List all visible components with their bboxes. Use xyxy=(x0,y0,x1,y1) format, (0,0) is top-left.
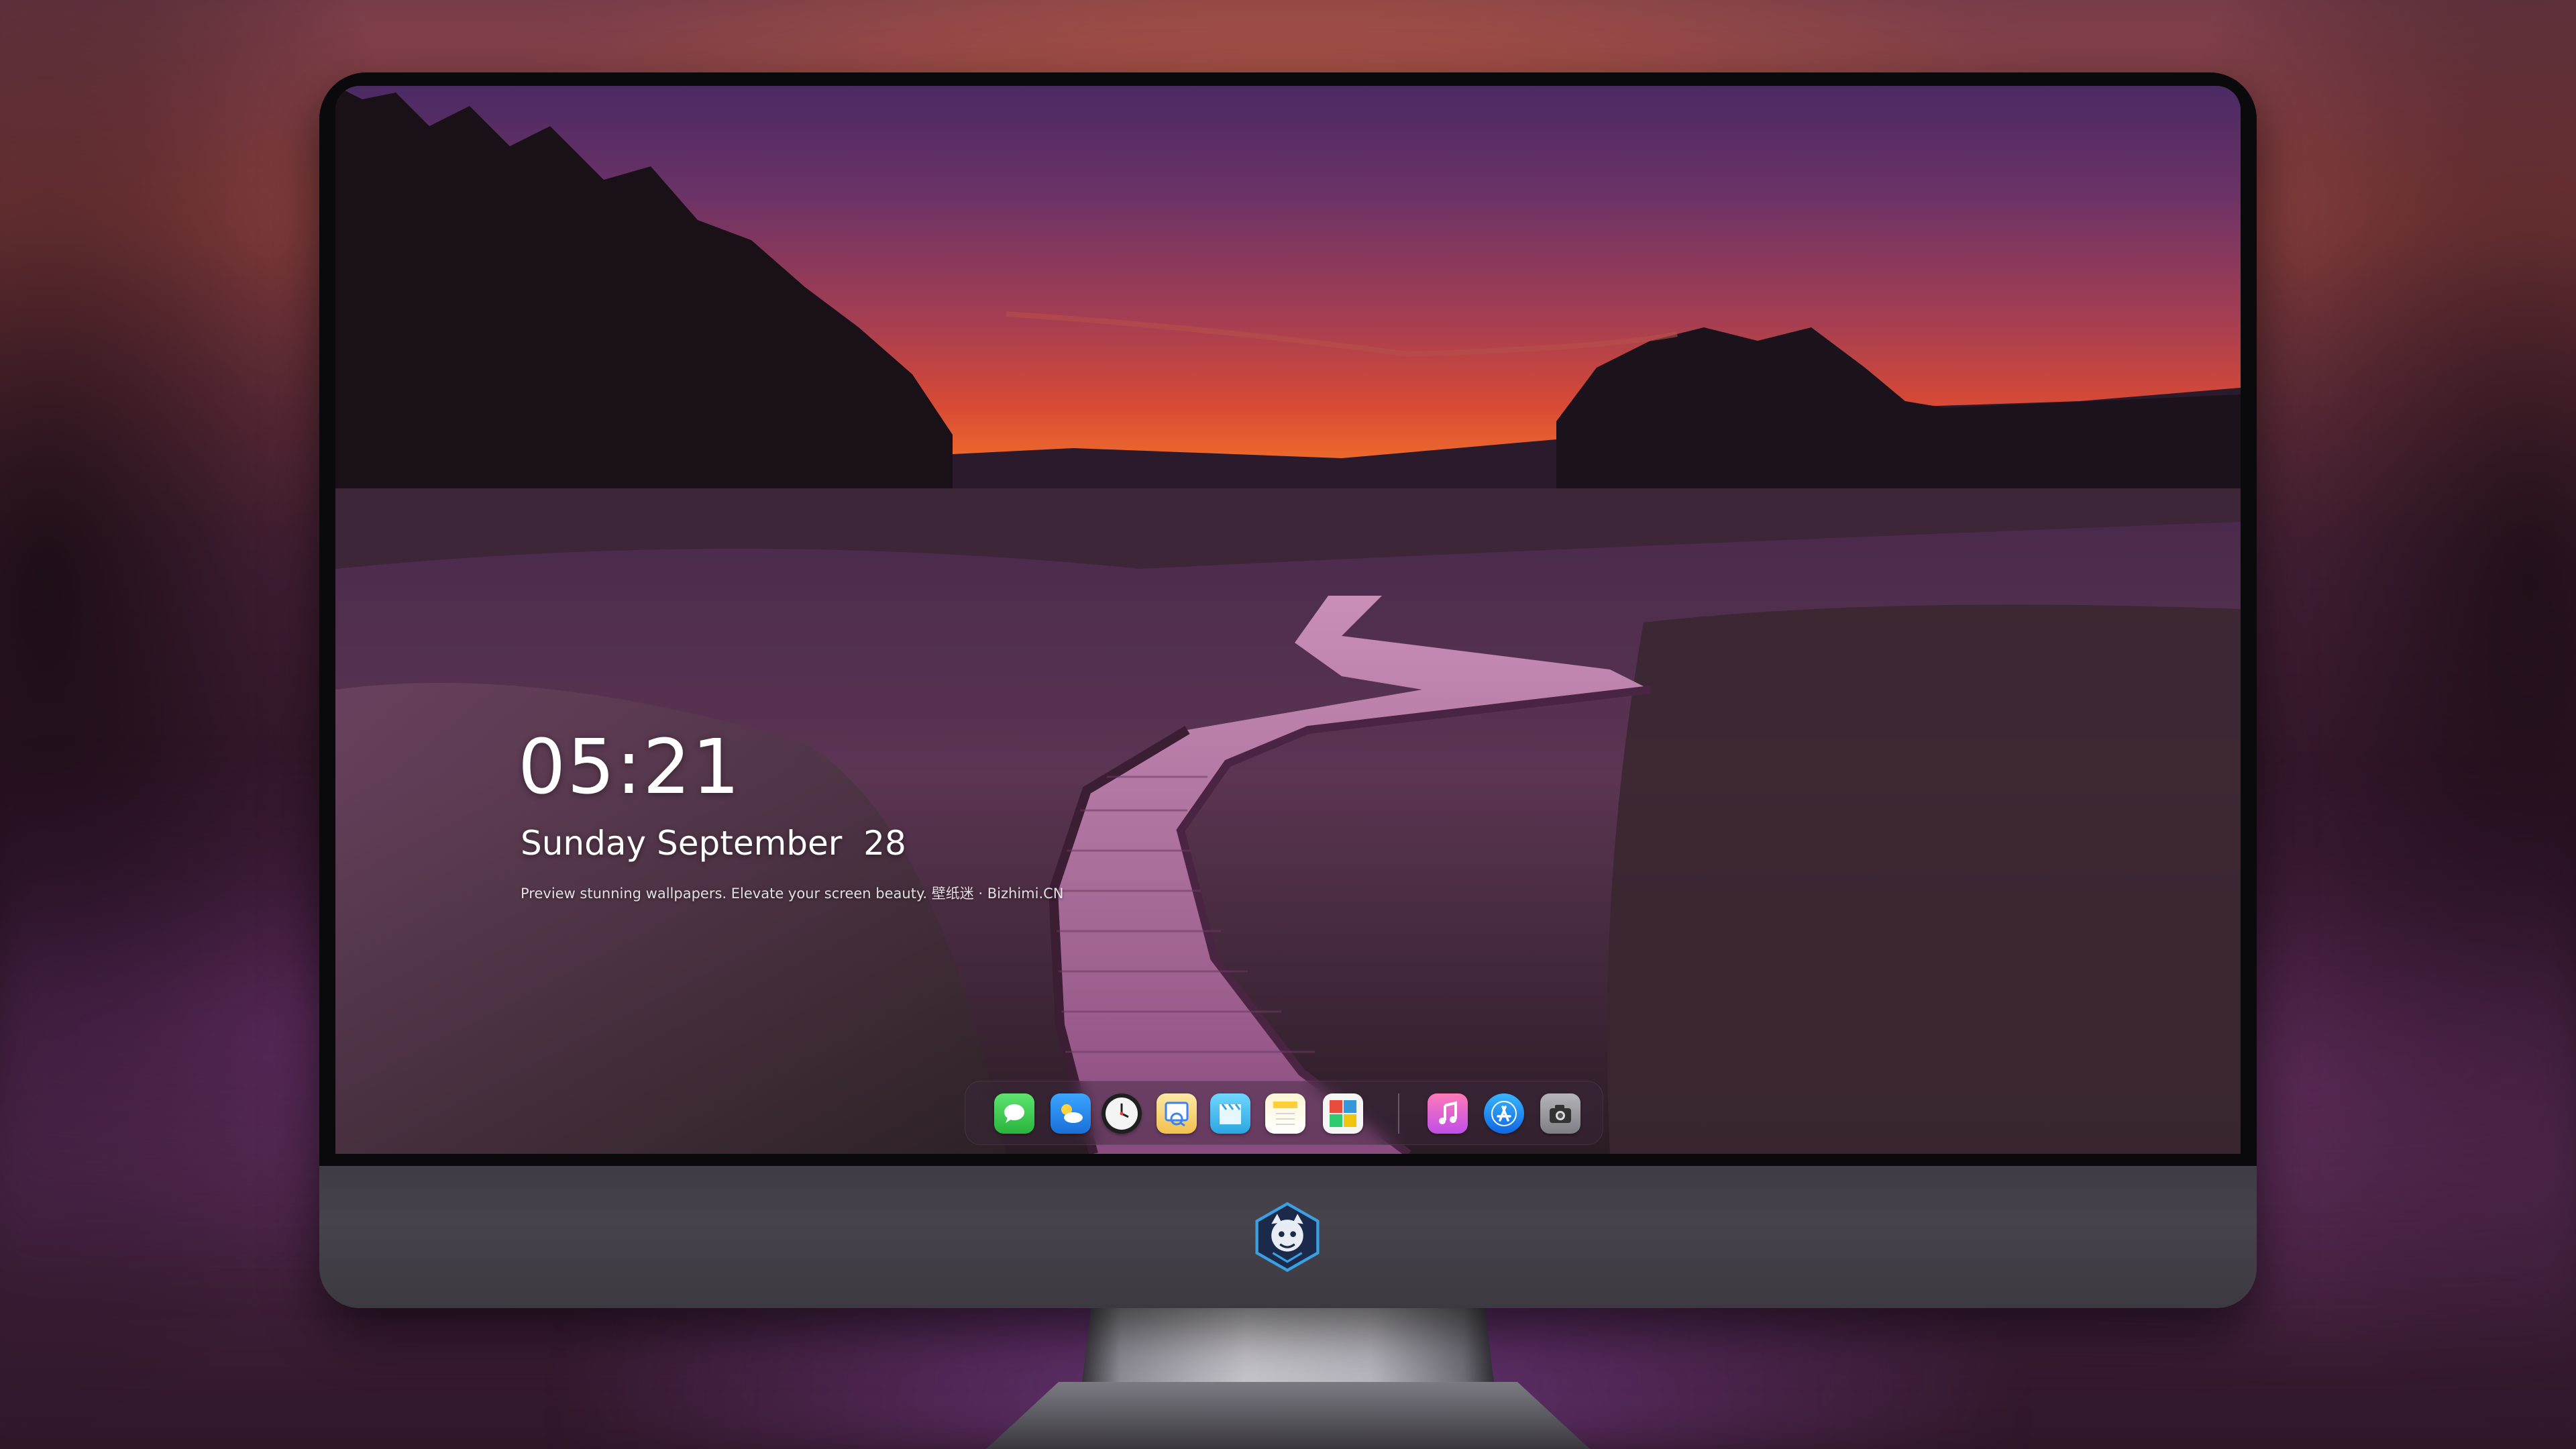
messages-icon[interactable] xyxy=(994,1093,1034,1134)
photo-booth-icon[interactable] xyxy=(1323,1093,1363,1134)
notes-icon[interactable] xyxy=(1265,1093,1305,1134)
dock-separator xyxy=(1398,1093,1399,1134)
brand-logo-icon xyxy=(1255,1201,1320,1273)
screen-wallpaper: 05:21 xyxy=(335,86,2241,1154)
camera-icon[interactable] xyxy=(1540,1093,1580,1134)
weather-icon[interactable] xyxy=(1051,1093,1091,1134)
lockscreen-clock: 05:21 xyxy=(518,724,741,811)
desktop-scene: 05:21 Sunday September 28 Preview stunni… xyxy=(0,0,2576,1449)
wallpaper-landscape xyxy=(335,86,2241,1154)
monitor-stand-base xyxy=(986,1382,1590,1449)
music-icon[interactable] xyxy=(1428,1093,1468,1134)
clock-icon[interactable] xyxy=(1102,1093,1142,1134)
lockscreen-tagline: Preview stunning wallpapers. Elevate you… xyxy=(521,885,1064,902)
preview-icon[interactable] xyxy=(1157,1093,1197,1134)
app-store-icon[interactable] xyxy=(1484,1093,1524,1134)
lockscreen-date: Sunday September 28 xyxy=(521,824,906,863)
clapperboard-icon[interactable] xyxy=(1210,1093,1250,1134)
